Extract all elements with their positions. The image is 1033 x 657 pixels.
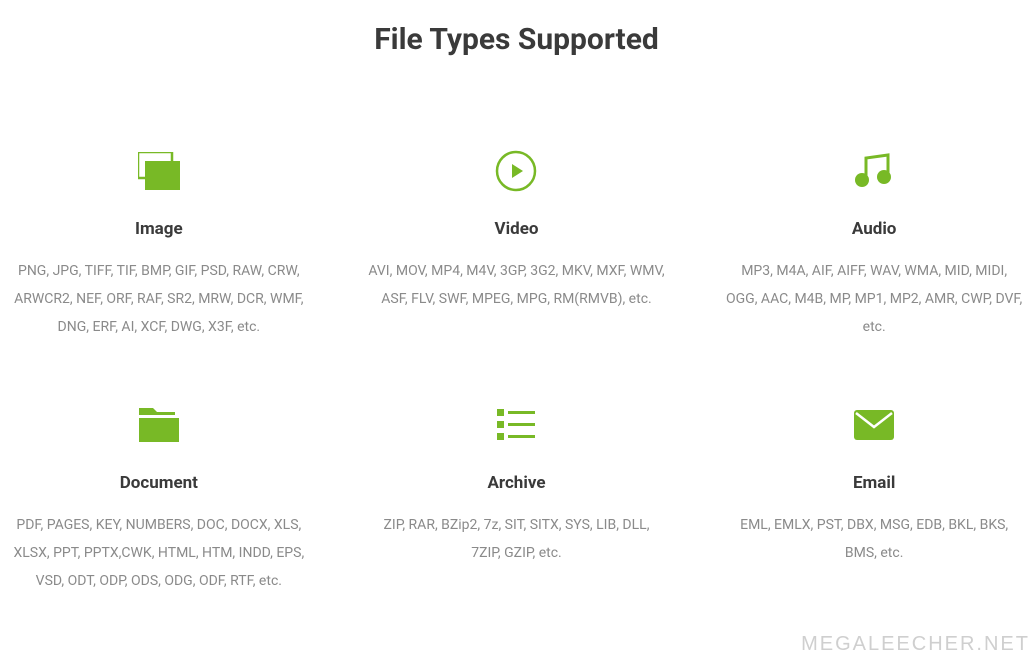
card-video: Video AVI, MOV, MP4, M4V, 3GP, 3G2, MKV,… xyxy=(368,147,666,341)
card-archive: Archive ZIP, RAR, BZip2, 7z, SIT, SITX, … xyxy=(368,401,666,595)
card-title: Document xyxy=(120,473,198,493)
card-description: MP3, M4A, AIF, AIFF, WAV, WMA, MID, MIDI… xyxy=(725,257,1023,341)
card-description: PNG, JPG, TIFF, TIF, BMP, GIF, PSD, RAW,… xyxy=(10,257,308,341)
card-description: AVI, MOV, MP4, M4V, 3GP, 3G2, MKV, MXF, … xyxy=(368,257,666,313)
card-description: PDF, PAGES, KEY, NUMBERS, DOC, DOCX, XLS… xyxy=(10,511,308,595)
card-description: ZIP, RAR, BZip2, 7z, SIT, SITX, SYS, LIB… xyxy=(368,511,666,567)
document-icon xyxy=(139,401,179,449)
card-image: Image PNG, JPG, TIFF, TIF, BMP, GIF, PSD… xyxy=(10,147,308,341)
file-type-grid: Image PNG, JPG, TIFF, TIF, BMP, GIF, PSD… xyxy=(0,67,1033,595)
card-title: Audio xyxy=(852,219,897,239)
image-icon xyxy=(138,147,180,195)
card-title: Archive xyxy=(487,473,545,493)
email-icon xyxy=(854,401,894,449)
card-description: EML, EMLX, PST, DBX, MSG, EDB, BKL, BKS,… xyxy=(725,511,1023,567)
video-icon xyxy=(495,147,537,195)
card-title: Video xyxy=(495,219,539,239)
audio-icon xyxy=(854,147,894,195)
card-title: Email xyxy=(853,473,895,493)
card-audio: Audio MP3, M4A, AIF, AIFF, WAV, WMA, MID… xyxy=(725,147,1023,341)
card-email: Email EML, EMLX, PST, DBX, MSG, EDB, BKL… xyxy=(725,401,1023,595)
watermark: MEGALEECHER.NET xyxy=(801,633,1030,656)
card-document: Document PDF, PAGES, KEY, NUMBERS, DOC, … xyxy=(10,401,308,595)
archive-icon xyxy=(497,401,535,449)
page-title: File Types Supported xyxy=(0,0,1033,67)
card-title: Image xyxy=(135,219,183,239)
